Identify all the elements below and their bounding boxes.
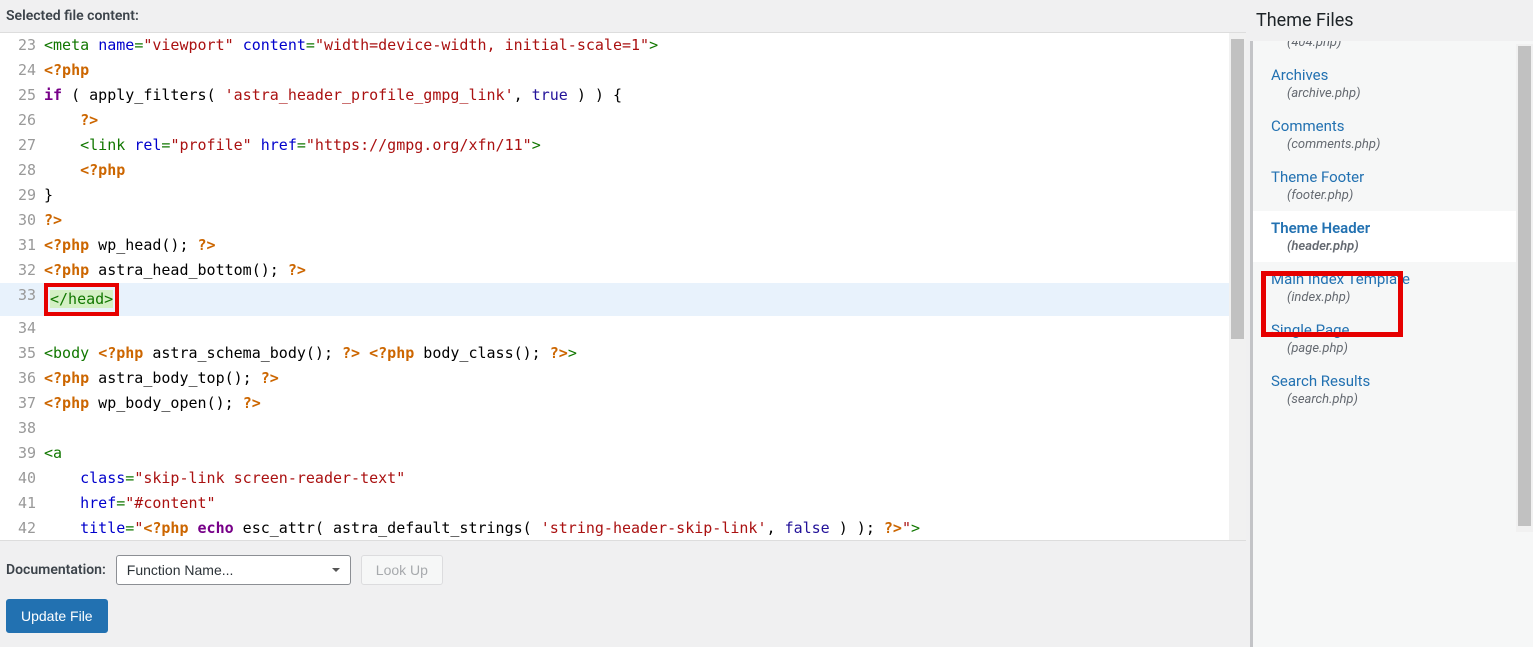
code-line-29[interactable]: 29} — [0, 183, 1246, 208]
theme-file-path[interactable]: (index.php) — [1253, 290, 1533, 313]
code-line-24[interactable]: 24<?php — [0, 58, 1246, 83]
code-line-23[interactable]: 23<meta name="viewport" content="width=d… — [0, 33, 1246, 58]
code-line-36[interactable]: 36<?php astra_body_top(); ?> — [0, 366, 1246, 391]
code-line-30[interactable]: 30?> — [0, 208, 1246, 233]
sidebar-scrollbar-thumb[interactable] — [1518, 46, 1531, 526]
line-number: 23 — [0, 33, 44, 58]
line-content: <?php astra_body_top(); ?> — [44, 366, 1246, 391]
line-content — [44, 416, 1246, 441]
line-number: 27 — [0, 133, 44, 158]
theme-file-name: Single Page — [1271, 321, 1523, 339]
line-number: 41 — [0, 491, 44, 516]
theme-file-name: Search Results — [1271, 372, 1523, 390]
code-line-28[interactable]: 28 <?php — [0, 158, 1246, 183]
code-line-41[interactable]: 41 href="#content" — [0, 491, 1246, 516]
line-content: if ( apply_filters( 'astra_header_profil… — [44, 83, 1246, 108]
theme-file-name: Main Index Template — [1271, 270, 1523, 288]
line-number: 38 — [0, 416, 44, 441]
code-line-37[interactable]: 37<?php wp_body_open(); ?> — [0, 391, 1246, 416]
line-content: <?php astra_head_bottom(); ?> — [44, 258, 1246, 283]
theme-files-list: (404.php) Archives (archive.php) Comments (c… — [1250, 41, 1533, 647]
theme-file-path[interactable]: (header.php) — [1253, 239, 1533, 262]
line-content: title="<?php echo esc_attr( astra_defaul… — [44, 516, 1246, 541]
theme-file-name: Archives — [1271, 66, 1523, 84]
update-file-button[interactable]: Update File — [6, 599, 108, 633]
line-number: 36 — [0, 366, 44, 391]
line-number: 24 — [0, 58, 44, 83]
code-line-33[interactable]: 33</head> — [0, 283, 1246, 316]
line-number: 39 — [0, 441, 44, 466]
line-number: 34 — [0, 316, 44, 341]
code-line-42[interactable]: 42 title="<?php echo esc_attr( astra_def… — [0, 516, 1246, 541]
line-number: 42 — [0, 516, 44, 541]
line-number: 25 — [0, 83, 44, 108]
line-content: <a — [44, 441, 1246, 466]
theme-file-path[interactable]: (footer.php) — [1253, 188, 1533, 211]
line-number: 31 — [0, 233, 44, 258]
line-number: 26 — [0, 108, 44, 133]
sidebar-scrollbar[interactable] — [1516, 44, 1533, 532]
function-name-select[interactable]: Function Name... — [116, 555, 351, 585]
line-content: ?> — [44, 108, 1246, 133]
line-number: 40 — [0, 466, 44, 491]
line-number: 35 — [0, 341, 44, 366]
code-line-25[interactable]: 25if ( apply_filters( 'astra_header_prof… — [0, 83, 1246, 108]
code-line-31[interactable]: 31<?php wp_head(); ?> — [0, 233, 1246, 258]
line-content — [44, 316, 1246, 341]
code-line-27[interactable]: 27 <link rel="profile" href="https://gmp… — [0, 133, 1246, 158]
theme-file-path[interactable]: (archive.php) — [1253, 86, 1533, 109]
line-number: 30 — [0, 208, 44, 233]
line-content: <meta name="viewport" content="width=dev… — [44, 33, 1246, 58]
theme-file-path[interactable]: (comments.php) — [1253, 137, 1533, 160]
code-editor[interactable]: 23<meta name="viewport" content="width=d… — [0, 32, 1246, 541]
line-content: <?php wp_body_open(); ?> — [44, 391, 1246, 416]
theme-file-path[interactable]: (page.php) — [1253, 341, 1533, 364]
highlight-box-annotation: </head> — [44, 283, 119, 316]
code-line-26[interactable]: 26 ?> — [0, 108, 1246, 133]
selected-content-label: Selected file content: — [0, 0, 1250, 32]
code-line-40[interactable]: 40 class="skip-link screen-reader-text" — [0, 466, 1246, 491]
theme-file-name: Theme Header — [1271, 219, 1523, 237]
line-content: <link rel="profile" href="https://gmpg.o… — [44, 133, 1246, 158]
scrollbar-thumb[interactable] — [1231, 39, 1244, 339]
theme-file-path[interactable]: (404.php) — [1253, 41, 1533, 58]
line-number: 29 — [0, 183, 44, 208]
line-content: } — [44, 183, 1246, 208]
vertical-scrollbar[interactable] — [1229, 33, 1246, 540]
code-line-35[interactable]: 35<body <?php astra_schema_body(); ?> <?… — [0, 341, 1246, 366]
line-content: <?php wp_head(); ?> — [44, 233, 1246, 258]
code-line-39[interactable]: 39<a — [0, 441, 1246, 466]
line-content: <body <?php astra_schema_body(); ?> <?ph… — [44, 341, 1246, 366]
line-number: 33 — [0, 283, 44, 316]
line-number: 37 — [0, 391, 44, 416]
line-number: 28 — [0, 158, 44, 183]
line-content: <?php — [44, 58, 1246, 83]
line-number: 32 — [0, 258, 44, 283]
theme-file-name: Comments — [1271, 117, 1523, 135]
theme-file-name: Theme Footer — [1271, 168, 1523, 186]
line-content: <?php — [44, 158, 1246, 183]
line-content: ?> — [44, 208, 1246, 233]
theme-files-title: Theme Files — [1250, 0, 1533, 41]
code-line-34[interactable]: 34 — [0, 316, 1246, 341]
documentation-label: Documentation: — [6, 562, 106, 578]
code-line-32[interactable]: 32<?php astra_head_bottom(); ?> — [0, 258, 1246, 283]
line-content: </head> — [44, 283, 1246, 316]
line-content: class="skip-link screen-reader-text" — [44, 466, 1246, 491]
line-content: href="#content" — [44, 491, 1246, 516]
theme-file-path[interactable]: (search.php) — [1253, 392, 1533, 415]
code-line-38[interactable]: 38 — [0, 416, 1246, 441]
lookup-button[interactable]: Look Up — [361, 555, 443, 585]
